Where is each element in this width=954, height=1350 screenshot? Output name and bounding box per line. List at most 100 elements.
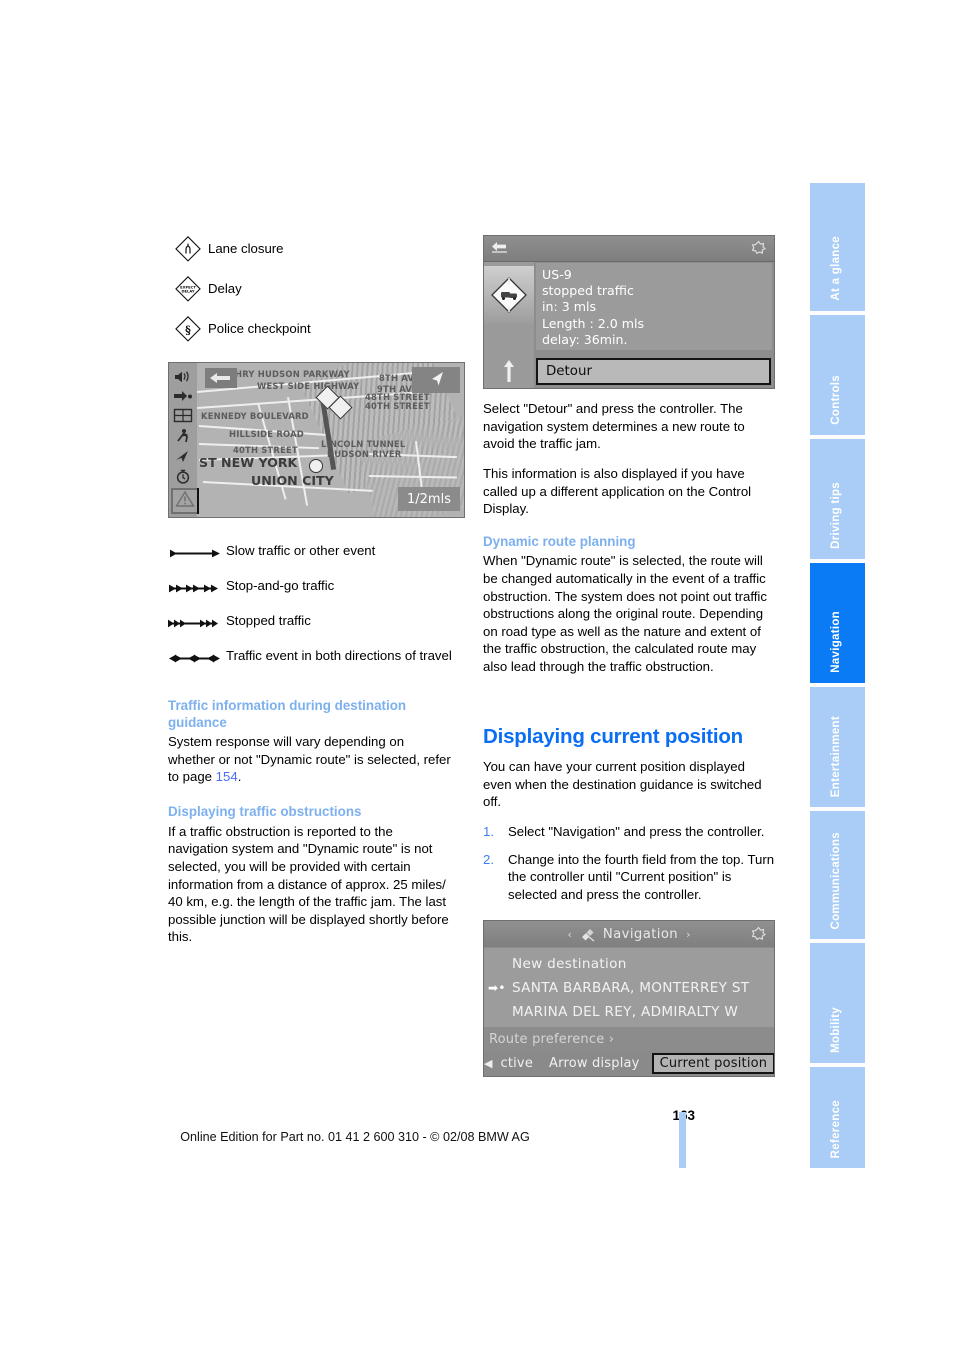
tab-label: Communications [829,831,842,930]
tab-communications[interactable]: Communications [810,811,865,939]
map-road-label: 8TH AV [379,373,415,383]
footer-accent-bar [679,1112,686,1168]
navigation-bottom-bar: ◀ ctive Arrow display Current position ▶ [484,1051,774,1076]
screen-header [484,236,774,262]
tab-navigation[interactable]: Navigation [810,563,865,683]
traffic-detail-line: Length : 2.0 mls [542,315,645,331]
svg-text:§: § [185,323,191,336]
speaker-icon[interactable] [173,369,193,386]
arrow-repeat-icon[interactable] [173,388,193,405]
tab-label: Entertainment [829,715,842,797]
map-back-icon[interactable] [205,368,237,388]
gear-icon[interactable] [751,240,767,255]
satellite-icon [580,927,595,942]
step-number: 1. [483,824,494,840]
split-screen-icon[interactable] [173,408,193,425]
tab-mobility[interactable]: Mobility [810,943,865,1063]
left-column-traffic-flow-legend: Slow traffic or other event Stop-and-go … [168,542,454,682]
bottom-item-active[interactable]: ctive [492,1056,541,1071]
traffic-detail-line: stopped traffic [542,283,634,299]
tab-reference[interactable]: Reference [810,1067,865,1168]
tab-at-a-glance[interactable]: At a glance [810,183,865,311]
paragraph-current-position-intro: You can have your current position displ… [483,759,762,810]
slow-traffic-arrow-icon [168,542,226,564]
compass-arrow-icon[interactable] [173,449,193,466]
screen-header: ‹ Navigation › [484,921,774,947]
legend-label: Traffic event in both directions of trav… [226,648,452,663]
navigation-map-screenshot: 1/2mls HRY HUDSON PARKWAY WEST SIDE HIGH… [168,362,465,518]
tab-driving-tips[interactable]: Driving tips [810,439,865,559]
delay-sign-icon: EXPECT DELAY [168,276,208,302]
figure-code [468,452,473,453]
up-arrow-icon [503,360,515,382]
left-column-symbol-legend: Lane closure EXPECT DELAY Delay § Police… [168,236,454,356]
scroll-left-icon[interactable]: ◀ [484,1057,492,1070]
destination-marker-icon: ➡• [488,981,506,995]
map-city-label: UNION CITY [251,473,334,488]
step-text: Change into the fourth field from the to… [508,851,775,902]
paragraph-dynamic-route-planning: When "Dynamic route" is selected, the ro… [483,553,767,675]
paragraph-text: System response will vary depending on w… [168,734,451,785]
legend-item: Stop-and-go traffic [168,577,454,599]
legend-label: Stopped traffic [226,613,311,628]
legend-item: EXPECT DELAY Delay [168,276,454,302]
tab-controls[interactable]: Controls [810,315,865,435]
navigation-menu-list: New destination ➡• SANTA BARBARA, MONTER… [484,948,774,1027]
paragraph-other-application: This information is also displayed if yo… [483,465,752,517]
menu-item-label: SANTA BARBARA, MONTERREY ST [512,980,750,996]
menu-item-destination-1[interactable]: ➡• SANTA BARBARA, MONTERREY ST [484,976,774,1000]
legend-item: Slow traffic or other event [168,542,454,564]
map-road-label: HUDSON RIVER [327,449,402,459]
step-list: 1. Select "Navigation" and press the con… [483,823,775,904]
map-road-label: WEST SIDE HIGHWAY [257,381,360,391]
legend-label: Delay [208,281,242,297]
step-number: 2. [483,851,494,867]
bottom-item-arrow-display[interactable]: Arrow display [541,1056,648,1071]
back-arrow-icon[interactable] [491,240,508,256]
tab-label: At a glance [829,236,842,301]
tab-label: Controls [829,375,842,425]
list-item: 1. Select "Navigation" and press the con… [483,823,775,841]
clock-icon[interactable] [173,468,193,485]
right-column-body-bottom: Displaying current position You can have… [483,725,775,914]
map-road-label: 40TH STREET [365,401,430,411]
legend-label: Stop-and-go traffic [226,578,335,593]
legend-item: Traffic event in both directions of trav… [168,647,454,669]
menu-item-new-destination[interactable]: New destination [484,952,774,976]
tab-label: Navigation [829,611,842,673]
heading-displaying-traffic-obstructions: Displaying traffic obstructions [168,804,362,820]
map-road-label: 40TH STREET [233,445,298,455]
lane-closure-sign-icon [168,236,208,262]
tab-entertainment[interactable]: Entertainment [810,687,865,807]
traffic-detail-line: in: 3 mls [542,299,597,315]
pedestrian-icon[interactable] [173,428,193,445]
prev-caret-icon[interactable]: ‹ [568,928,572,941]
map-icon-sidebar [169,363,197,517]
traffic-detail-line: US-9 [542,267,572,282]
bottom-item-current-position[interactable]: Current position [651,1053,774,1074]
stop-and-go-arrow-icon [168,577,226,599]
menu-item-route-preference[interactable]: Route preference › [484,1027,774,1051]
next-caret-icon[interactable]: › [686,928,690,941]
page-reference-link[interactable]: 154 [216,769,238,784]
map-scale-label: 1/2mls [398,487,460,511]
paragraph-select-detour: Select "Detour" and press the controller… [483,401,745,452]
svg-text:DELAY: DELAY [181,290,194,294]
map-road-label: HRY HUDSON PARKWAY [235,369,350,379]
figure-code [778,320,783,321]
figure-code [778,1012,783,1013]
heading-dynamic-route-planning: Dynamic route planning [483,533,636,549]
step-text: Select "Navigation" and press the contro… [508,824,765,840]
legend-item: Stopped traffic [168,612,454,634]
both-directions-arrow-icon [168,647,226,669]
stopped-traffic-arrow-icon [168,612,226,634]
screen-title: Navigation [602,926,679,942]
current-position-marker [309,459,323,473]
detour-button[interactable]: Detour [536,358,771,385]
map-city-label: ST NEW YORK [199,455,298,470]
map-direction-arrow-icon [412,367,460,393]
legend-item: § Police checkpoint [168,316,454,342]
gear-icon[interactable] [751,926,767,941]
right-column-body-top: Select "Detour" and press the controller… [483,400,775,688]
menu-item-destination-2[interactable]: MARINA DEL REY, ADMIRALTY W [484,1000,774,1024]
